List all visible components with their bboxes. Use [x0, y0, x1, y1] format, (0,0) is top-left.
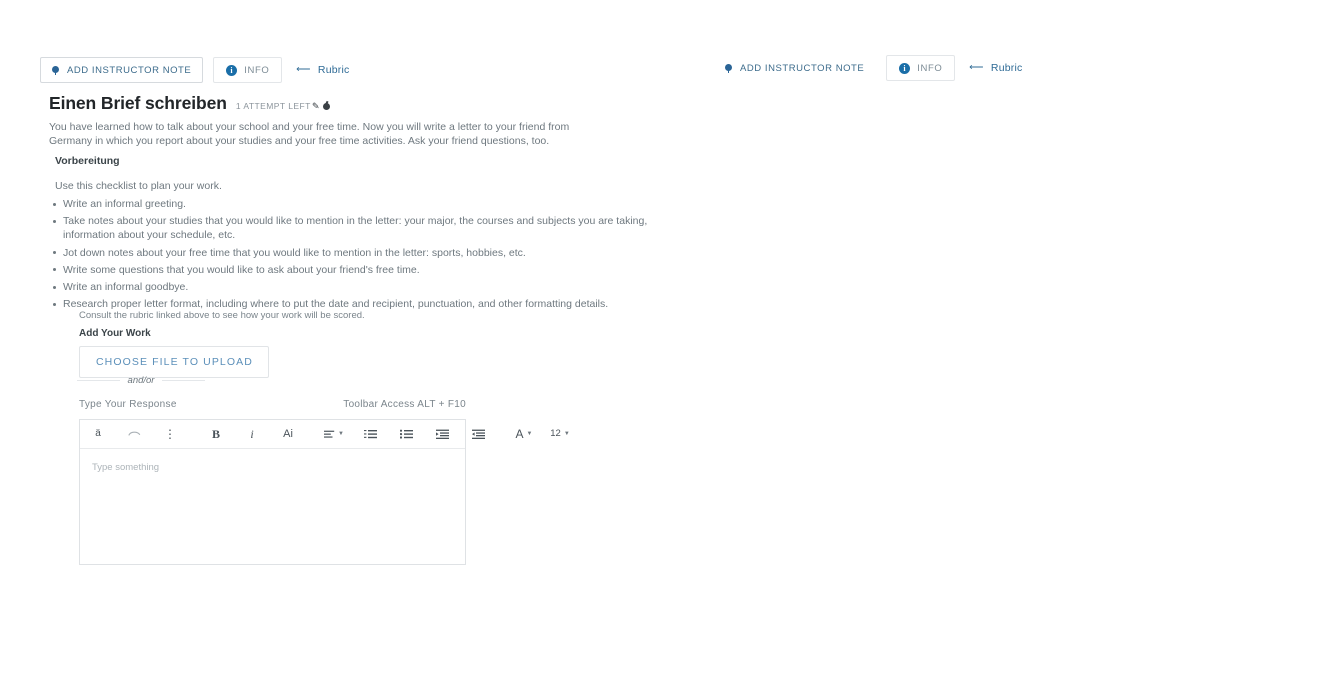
page-title: Einen Brief schreiben	[49, 93, 227, 113]
section-subheading: Vorbereitung	[55, 155, 120, 167]
add-instructor-note-label: ADD INSTRUCTOR NOTE	[740, 62, 865, 74]
info-label: INFO	[917, 62, 943, 74]
add-instructor-note-button[interactable]: ADD INSTRUCTOR NOTE	[713, 55, 877, 81]
numbered-list-icon[interactable]	[360, 424, 380, 444]
and-or-label: and/or	[127, 375, 155, 386]
action-toolbar: ADD INSTRUCTOR NOTE i INFO ⟶ Rubric	[713, 55, 1033, 81]
indent-decrease-icon[interactable]	[468, 424, 488, 444]
add-instructor-note-button[interactable]: ADD INSTRUCTOR NOTE	[40, 57, 204, 83]
rubric-consult-text: Consult the rubric linked above to see h…	[79, 310, 365, 321]
arrow-link-icon: ⟶	[969, 62, 984, 73]
bullet-list-icon[interactable]	[396, 424, 416, 444]
attempt-indicator: 1 ATTEMPT LEFT ✎	[235, 100, 331, 112]
intro-paragraph: You have learned how to talk about your …	[49, 121, 570, 147]
list-item: Write some questions that you would like…	[53, 263, 688, 277]
chevron-down-icon: ▼	[526, 431, 533, 437]
list-item: Take notes about your studies that you w…	[53, 214, 688, 242]
rubric-link[interactable]: ⟶ Rubric	[286, 57, 360, 83]
checklist-lead-text: Use this checklist to plan your work.	[55, 180, 222, 192]
more-options-icon[interactable]: ⋮	[160, 424, 180, 444]
pin-icon	[51, 65, 60, 75]
editor-toolbar: ä ⋮ B i Ai ▼ A ▼ 12 ▼	[80, 420, 570, 449]
font-color-letter: A	[515, 427, 524, 441]
font-color-icon[interactable]: A ▼	[514, 424, 534, 444]
action-toolbar: ADD INSTRUCTOR NOTE i INFO ⟶ Rubric	[40, 57, 360, 83]
font-size-value: 12	[550, 428, 561, 440]
align-left-icon[interactable]: ▼	[324, 424, 344, 444]
preparation-checklist: Write an informal greeting. Take notes a…	[49, 197, 688, 315]
divider-rule-right	[162, 380, 205, 381]
info-button[interactable]: i INFO	[886, 55, 956, 81]
pencil-icon: ✎	[311, 100, 320, 111]
assignment-panel-preparation: ADD INSTRUCTOR NOTE i INFO ⟶ Rubric Eine…	[0, 0, 670, 700]
rubric-label: Rubric	[990, 62, 1023, 74]
list-item: Jot down notes about your free time that…	[53, 246, 688, 260]
indent-increase-icon[interactable]	[432, 424, 452, 444]
choose-file-to-upload-button[interactable]: CHOOSE FILE TO UPLOAD	[79, 346, 269, 378]
editor-placeholder[interactable]: Type something	[80, 449, 465, 486]
list-item: Write an informal goodbye.	[53, 280, 688, 294]
pin-icon	[724, 63, 733, 73]
font-style-icon[interactable]: Ai	[278, 424, 298, 444]
italic-icon[interactable]: i	[242, 424, 262, 444]
assignment-panel-writing: ADD INSTRUCTOR NOTE i INFO ⟶ Rubric Eine…	[670, 0, 1340, 700]
title-row: Einen Brief schreiben 1 ATTEMPT LEFT ✎	[49, 93, 331, 114]
special-character-icon[interactable]: ä	[88, 424, 108, 444]
chevron-down-icon: ▼	[338, 431, 344, 437]
info-button[interactable]: i INFO	[213, 57, 283, 83]
info-label: INFO	[244, 64, 270, 76]
undo-icon[interactable]	[124, 424, 144, 444]
add-your-work-heading: Add Your Work	[79, 328, 151, 339]
rubric-link[interactable]: ⟶ Rubric	[959, 55, 1033, 81]
bold-icon[interactable]: B	[206, 424, 226, 444]
chevron-down-icon: ▼	[563, 431, 570, 437]
editor-label-row: Type Your Response Toolbar Access ALT + …	[79, 399, 466, 410]
font-size-selector[interactable]: 12 ▼	[550, 424, 570, 444]
assignment-comparison-view: ADD INSTRUCTOR NOTE i INFO ⟶ Rubric Eine…	[0, 0, 1340, 700]
attempt-count-label: 1 ATTEMPT LEFT	[235, 101, 311, 111]
toolbar-access-hint: Toolbar Access ALT + F10	[343, 399, 466, 410]
info-circle-icon: i	[226, 64, 238, 76]
apple-icon	[323, 102, 331, 110]
list-item: Write an informal greeting.	[53, 197, 688, 211]
rubric-label: Rubric	[317, 64, 350, 76]
info-circle-icon: i	[899, 62, 911, 74]
rich-text-editor[interactable]: ä ⋮ B i Ai ▼ A ▼ 12 ▼ Type something	[79, 419, 570, 565]
arrow-link-icon: ⟶	[296, 64, 311, 75]
divider-rule-left	[77, 380, 120, 381]
type-your-response-label: Type Your Response	[79, 399, 177, 410]
and-or-divider: and/or	[77, 375, 205, 386]
add-instructor-note-label: ADD INSTRUCTOR NOTE	[67, 64, 192, 76]
